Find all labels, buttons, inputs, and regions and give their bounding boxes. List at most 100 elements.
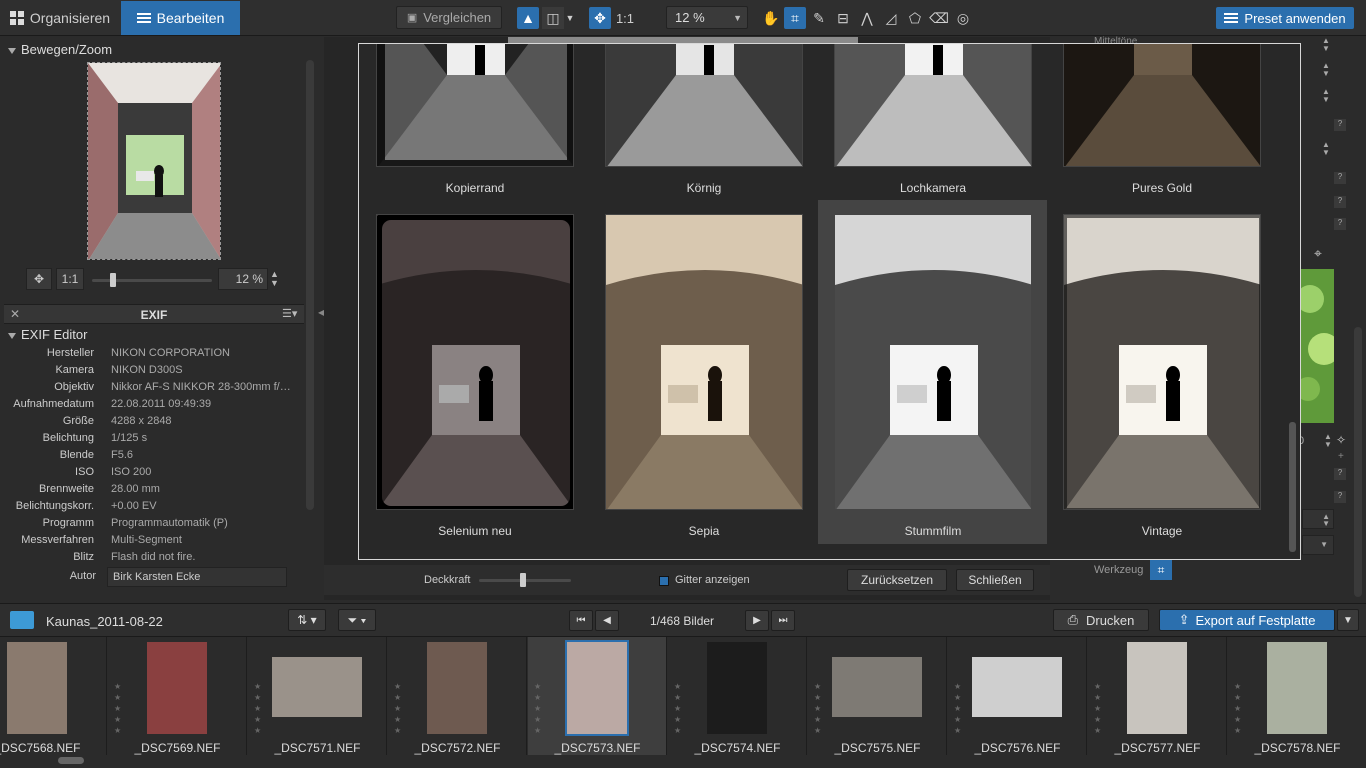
- preset-thumb[interactable]: [605, 44, 803, 167]
- exif-editor-header[interactable]: EXIF Editor: [8, 327, 87, 342]
- filmstrip-item[interactable]: ★ ★ ★ ★ ★ _DSC7569.NEF: [108, 637, 247, 755]
- rating-stars-icon[interactable]: ★ ★ ★ ★ ★: [954, 681, 962, 736]
- move-icon[interactable]: ✥: [589, 7, 611, 29]
- help-icon[interactable]: ?: [1334, 119, 1346, 131]
- exif-value[interactable]: 28.00 mm: [111, 483, 301, 495]
- compare-button[interactable]: ▣ Vergleichen: [396, 6, 502, 29]
- exif-value[interactable]: +0.00 EV: [111, 500, 301, 512]
- exif-value[interactable]: 1/125 s: [111, 432, 301, 444]
- rating-stars-icon[interactable]: ★ ★ ★ ★ ★: [394, 681, 402, 736]
- organize-mode-button[interactable]: Organisieren: [0, 0, 120, 36]
- help-icon[interactable]: ?: [1334, 218, 1346, 230]
- preset-label[interactable]: Körnig: [604, 181, 804, 195]
- navigator-zoom-value[interactable]: 12 %: [218, 268, 268, 290]
- preset-thumb[interactable]: [834, 214, 1032, 510]
- preset-thumb[interactable]: [834, 44, 1032, 167]
- preset-thumb[interactable]: [605, 214, 803, 510]
- print-button[interactable]: ⎙ Drucken: [1053, 609, 1149, 631]
- first-image-icon[interactable]: ⏮: [569, 610, 593, 631]
- exif-value[interactable]: Programmautomatik (P): [111, 517, 301, 529]
- plus-icon[interactable]: +: [1338, 451, 1344, 462]
- rating-stars-icon[interactable]: ★ ★ ★ ★ ★: [1234, 681, 1242, 736]
- stepper-icon[interactable]: ▲ ▼: [1322, 62, 1330, 78]
- stepper-icon[interactable]: ▲ ▼: [270, 270, 279, 288]
- filmstrip-item[interactable]: ★ ★ ★ ★ ★ _DSC7578.NEF: [1228, 637, 1366, 755]
- split-view-icon[interactable]: ◫: [542, 7, 564, 29]
- navigator-11-button[interactable]: 1:1: [56, 268, 84, 290]
- opacity-slider-handle[interactable]: [520, 573, 526, 587]
- filmstrip-item[interactable]: ★ ★ ★ ★ ★ _DSC7574.NEF: [668, 637, 807, 755]
- rating-stars-icon[interactable]: ★ ★ ★ ★ ★: [674, 681, 682, 736]
- filmstrip-item[interactable]: ★ ★ ★ ★ ★ _DSC7573.NEF: [528, 637, 667, 755]
- apply-preset-button[interactable]: Preset anwenden: [1216, 7, 1354, 29]
- exif-value[interactable]: Multi-Segment: [111, 534, 301, 546]
- stepper-icon[interactable]: ▲ ▼: [1322, 141, 1330, 157]
- eraser-icon[interactable]: ⌫: [928, 7, 950, 29]
- stepper-icon[interactable]: ▲ ▼: [1322, 37, 1330, 53]
- curve-icon[interactable]: ⋀: [856, 7, 878, 29]
- filmstrip-item[interactable]: _DSC7568.NEF: [0, 637, 107, 755]
- preset-thumb[interactable]: [1063, 214, 1261, 510]
- export-button[interactable]: ⇪ Export auf Festplatte: [1159, 609, 1335, 631]
- filmstrip-item[interactable]: ★ ★ ★ ★ ★ _DSC7576.NEF: [948, 637, 1087, 755]
- eyedropper-icon[interactable]: ✎: [808, 7, 830, 29]
- navigator-preview[interactable]: [87, 62, 221, 260]
- filmstrip-item[interactable]: ★ ★ ★ ★ ★ _DSC7575.NEF: [808, 637, 947, 755]
- edit-mode-button[interactable]: Bearbeiten: [121, 1, 240, 35]
- export-options-chevron-icon[interactable]: ▼: [1337, 609, 1359, 631]
- help-icon[interactable]: ?: [1334, 196, 1346, 208]
- preset-thumb[interactable]: [376, 44, 574, 167]
- preset-thumb[interactable]: [1063, 44, 1261, 167]
- rating-stars-icon[interactable]: ★ ★ ★ ★ ★: [534, 681, 542, 736]
- exif-value[interactable]: Flash did not fire.: [111, 551, 301, 563]
- radial-icon[interactable]: ◎: [952, 7, 974, 29]
- preset-thumb[interactable]: [376, 214, 574, 510]
- straighten-icon[interactable]: ⊟: [832, 7, 854, 29]
- preset-label[interactable]: Selenium neu: [375, 524, 575, 538]
- filter-button[interactable]: ⏷ ▾: [338, 609, 376, 631]
- view-dropdown-icon[interactable]: ▼: [564, 7, 576, 29]
- exif-value[interactable]: 22.08.2011 09:49:39: [111, 398, 301, 410]
- grid-checkbox[interactable]: [659, 576, 669, 586]
- exif-value[interactable]: Nikkor AF-S NIKKOR 28-300mm f/…: [111, 381, 301, 393]
- right-panel-scrollbar[interactable]: [1354, 327, 1362, 597]
- rating-stars-icon[interactable]: ★ ★ ★ ★ ★: [814, 681, 822, 736]
- rating-stars-icon[interactable]: ★ ★ ★ ★ ★: [254, 681, 262, 736]
- single-view-icon[interactable]: ▲: [517, 7, 539, 29]
- stepper-icon[interactable]: ▲ ▼: [1324, 433, 1332, 449]
- menu-icon[interactable]: ☰▾: [282, 307, 297, 320]
- preset-label[interactable]: Kopierrand: [375, 181, 575, 195]
- exif-value[interactable]: ISO 200: [111, 466, 301, 478]
- help-icon[interactable]: ?: [1334, 172, 1346, 184]
- navigator-move-icon[interactable]: ✥: [26, 268, 52, 290]
- help-icon[interactable]: ?: [1334, 468, 1346, 480]
- move-zoom-header[interactable]: Bewegen/Zoom: [8, 42, 112, 57]
- polygon-icon[interactable]: ◿: [880, 7, 902, 29]
- preset-label[interactable]: Vintage: [1062, 524, 1262, 538]
- exif-value[interactable]: F5.6: [111, 449, 301, 461]
- author-field[interactable]: Birk Karsten Ecke: [107, 567, 287, 587]
- rating-stars-icon[interactable]: ★ ★ ★ ★ ★: [1094, 681, 1102, 736]
- stepper-icon[interactable]: ▲ ▼: [1322, 513, 1330, 528]
- filmstrip-item[interactable]: ★ ★ ★ ★ ★ _DSC7572.NEF: [388, 637, 527, 755]
- next-image-icon[interactable]: ▶: [745, 610, 769, 631]
- last-image-icon[interactable]: ⏭: [771, 610, 795, 631]
- hand-icon[interactable]: ✋: [760, 7, 782, 29]
- crop-tool-icon[interactable]: ⌗: [1150, 560, 1172, 580]
- preset-gallery-scrollbar[interactable]: [1289, 422, 1296, 552]
- preset-label[interactable]: Lochkamera: [833, 181, 1033, 195]
- exif-value[interactable]: NIKON D300S: [111, 364, 301, 376]
- zoom-11-button[interactable]: 1:1: [612, 7, 638, 29]
- filmstrip-item[interactable]: ★ ★ ★ ★ ★ _DSC7577.NEF: [1088, 637, 1227, 755]
- exif-value[interactable]: NIKON CORPORATION: [111, 347, 301, 359]
- filmstrip-scrollbar[interactable]: [58, 757, 84, 764]
- reset-button[interactable]: Zurücksetzen: [847, 569, 947, 591]
- stepper-icon[interactable]: ▲ ▼: [1322, 88, 1330, 104]
- right-select[interactable]: ▲ ▼: [1302, 509, 1334, 529]
- close-button[interactable]: Schließen: [956, 569, 1034, 591]
- rating-stars-icon[interactable]: ★ ★ ★ ★ ★: [114, 681, 122, 736]
- filmstrip-item[interactable]: ★ ★ ★ ★ ★ _DSC7571.NEF: [248, 637, 387, 755]
- lasso-icon[interactable]: ⬠: [904, 7, 926, 29]
- preset-label-selected[interactable]: Stummfilm: [833, 524, 1033, 538]
- crop-icon[interactable]: ⌗: [784, 7, 806, 29]
